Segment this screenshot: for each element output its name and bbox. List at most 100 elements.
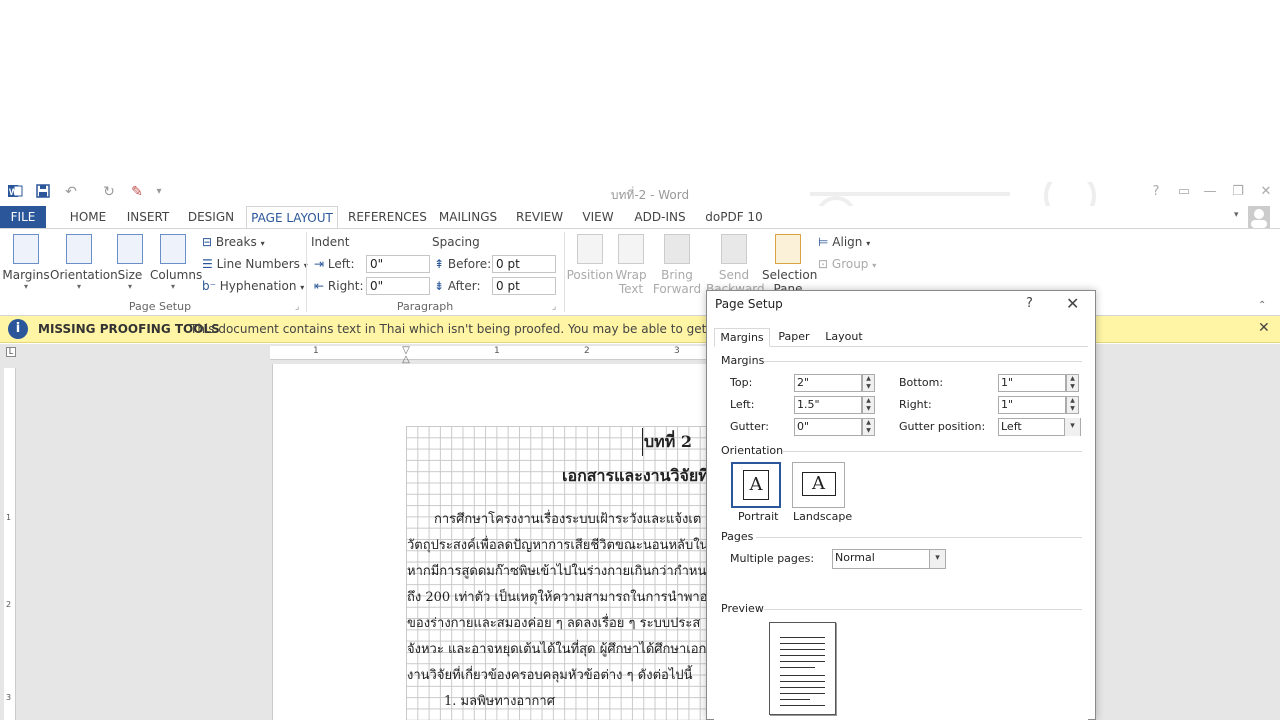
chevron-down-icon: ▾ xyxy=(1064,418,1080,436)
multiple-pages-select[interactable]: Normal ▾ xyxy=(832,549,946,569)
bottom-margin-input[interactable]: 1" xyxy=(998,374,1066,392)
bottom-margin-spinner[interactable]: ▲ ▼ xyxy=(1066,374,1079,392)
document-line[interactable]: การศึกษาโครงงานเรื่องระบบเฝ้าระวังและแจ้… xyxy=(434,508,708,529)
selection-pane-button[interactable]: Selection Pane xyxy=(762,234,817,296)
document-line[interactable]: จังหวะ และอาจหยุดเต้นได้ในที่สุด ผู้ศึกษ… xyxy=(407,638,708,659)
indent-left-input[interactable]: 0" xyxy=(366,255,430,273)
wrap-text-button[interactable]: Wrap Text xyxy=(610,234,652,296)
chevron-down-icon: ▾ xyxy=(929,550,945,568)
tab-page-layout[interactable]: PAGE LAYOUT xyxy=(246,206,338,228)
chapter-subheading[interactable]: เอกสารและงานวิจัยที่ xyxy=(562,464,708,489)
indent-right-input[interactable]: 0" xyxy=(366,277,430,295)
ruler-tick: 1 xyxy=(494,346,500,356)
tab-review[interactable]: REVIEW xyxy=(516,206,563,228)
gutter-input[interactable]: 0" xyxy=(794,418,862,436)
indent-left-label: ⇥ Left: xyxy=(314,257,355,271)
align-button[interactable]: ⊨ Align ▾ xyxy=(818,232,870,252)
close-notification-icon[interactable]: ✕ xyxy=(1258,320,1270,336)
columns-button[interactable]: Columns ▾ xyxy=(150,234,202,291)
dialog-tab-layout[interactable]: Layout xyxy=(822,328,866,347)
document-line[interactable]: ของร่างกายและสมองค่อย ๆ ลดลงเรื่อย ๆ ระบ… xyxy=(407,612,708,633)
chapter-heading[interactable]: บทที่ 2 xyxy=(644,430,692,455)
tab-design[interactable]: DESIGN xyxy=(186,206,236,228)
section-divider xyxy=(764,609,1082,610)
line-numbers-button[interactable]: ☰ Line Numbers ▾ xyxy=(202,254,308,274)
tab-references[interactable]: REFERENCES xyxy=(348,206,427,228)
collapse-ribbon-icon[interactable]: ⌃ xyxy=(1258,300,1266,311)
bring-forward-button[interactable]: Bring Forward xyxy=(652,234,702,296)
hyphenation-button[interactable]: b⁻ Hyphenation ▾ xyxy=(202,276,304,296)
tab-dopdf[interactable]: doPDF 10 xyxy=(704,206,764,228)
horizontal-ruler[interactable]: 1 1 2 3 xyxy=(270,346,710,360)
gutter-spinner[interactable]: ▲ ▼ xyxy=(862,418,875,436)
right-margin-input[interactable]: 1" xyxy=(998,396,1066,414)
left-margin-spinner[interactable]: ▲ ▼ xyxy=(862,396,875,414)
tab-add-ins[interactable]: ADD-INS xyxy=(634,206,686,228)
position-button[interactable]: Position xyxy=(566,234,614,282)
spacing-after-icon: ⇟ xyxy=(434,279,445,293)
minimize-icon[interactable]: — xyxy=(1198,184,1222,200)
breaks-button[interactable]: ⊟ Breaks ▾ xyxy=(202,232,265,252)
indent-right-label: ⇤ Right: xyxy=(314,279,364,293)
section-divider xyxy=(764,361,1082,362)
send-backward-button[interactable]: Send Backward xyxy=(706,234,765,296)
dialog-help-icon[interactable]: ? xyxy=(1026,296,1033,311)
right-margin-spinner[interactable]: ▲ ▼ xyxy=(1066,396,1079,414)
portrait-label: Portrait xyxy=(738,510,779,523)
margins-button[interactable]: Margins ▾ xyxy=(2,234,50,291)
dialog-close-icon[interactable]: ✕ xyxy=(1066,294,1079,313)
portrait-icon: A xyxy=(743,470,769,500)
spacing-before-input[interactable]: 0 pt xyxy=(492,255,556,273)
portrait-option[interactable]: A xyxy=(731,462,781,508)
account-dropdown-icon[interactable]: ▾ xyxy=(1234,210,1239,220)
document-line[interactable]: วัตถุประสงค์เพื่อลดปัญหาการเสียชีวิตขณะน… xyxy=(407,534,708,555)
vertical-ruler[interactable]: 1 2 3 xyxy=(4,368,16,720)
ribbon-display-icon[interactable]: ▭ xyxy=(1172,184,1196,200)
multiple-pages-value: Normal xyxy=(835,551,875,564)
save-icon[interactable] xyxy=(34,183,52,201)
left-margin-input[interactable]: 1.5" xyxy=(794,396,862,414)
help-icon[interactable]: ? xyxy=(1144,184,1168,200)
breaks-icon: ⊟ xyxy=(202,235,213,249)
dialog-tab-paper[interactable]: Paper xyxy=(774,328,814,347)
tab-selector-icon[interactable]: L xyxy=(6,347,16,357)
dialog-title: Page Setup xyxy=(715,297,783,311)
text-cursor xyxy=(642,428,643,456)
document-line[interactable]: ถึง 200 เท่าตัว เป็นเหตุให้ความสามารถในก… xyxy=(407,586,708,607)
close-window-icon[interactable]: ✕ xyxy=(1254,184,1278,200)
redo-icon[interactable]: ↻ xyxy=(100,183,118,201)
columns-icon xyxy=(160,234,186,264)
wrap-text-icon xyxy=(618,234,644,264)
gutter-position-select[interactable]: Left ▾ xyxy=(998,418,1081,436)
group-button[interactable]: ⊡ Group ▾ xyxy=(818,254,876,274)
tab-insert[interactable]: INSERT xyxy=(124,206,172,228)
tab-mailings[interactable]: MAILINGS xyxy=(438,206,498,228)
restore-icon[interactable]: ❐ xyxy=(1226,184,1250,200)
orientation-button[interactable]: Orientation ▾ xyxy=(50,234,118,291)
paragraph-group-label: Paragraph xyxy=(396,300,454,313)
format-painter-icon[interactable]: ✎ xyxy=(128,183,146,201)
page-setup-launcher-icon[interactable]: ⌟ xyxy=(295,302,299,312)
avatar[interactable] xyxy=(1248,206,1270,228)
top-margin-spinner[interactable]: ▲ ▼ xyxy=(862,374,875,392)
indent-marker-icon[interactable]: ▽ △ xyxy=(400,346,412,365)
document-line[interactable]: 1. มลพิษทางอากาศ xyxy=(444,690,708,711)
paragraph-launcher-icon[interactable]: ⌟ xyxy=(552,302,556,312)
spacing-after-input[interactable]: 0 pt xyxy=(492,277,556,295)
top-margin-input[interactable]: 2" xyxy=(794,374,862,392)
document-line[interactable]: งานวิจัยที่เกี่ยวข้องครอบคลุมหัวข้อต่าง … xyxy=(407,664,708,685)
dialog-tab-margins[interactable]: Margins xyxy=(714,328,770,347)
tab-view[interactable]: VIEW xyxy=(580,206,616,228)
customize-qat-icon[interactable]: ▾ xyxy=(150,183,168,201)
tab-home[interactable]: HOME xyxy=(62,206,114,228)
send-backward-icon xyxy=(721,234,747,264)
undo-icon[interactable]: ↶ xyxy=(62,183,80,201)
ruler-tick: 2 xyxy=(584,346,590,356)
size-button[interactable]: Size ▾ xyxy=(110,234,150,291)
bring-forward-icon xyxy=(664,234,690,264)
tab-file[interactable]: FILE xyxy=(0,206,46,228)
align-icon: ⊨ xyxy=(818,235,829,249)
left-label: Left: xyxy=(730,398,755,411)
landscape-option[interactable]: A xyxy=(792,462,845,508)
document-line[interactable]: หากมีการสูดดมก๊าซพิษเข้าไปในร่างกายเกินก… xyxy=(407,560,708,581)
